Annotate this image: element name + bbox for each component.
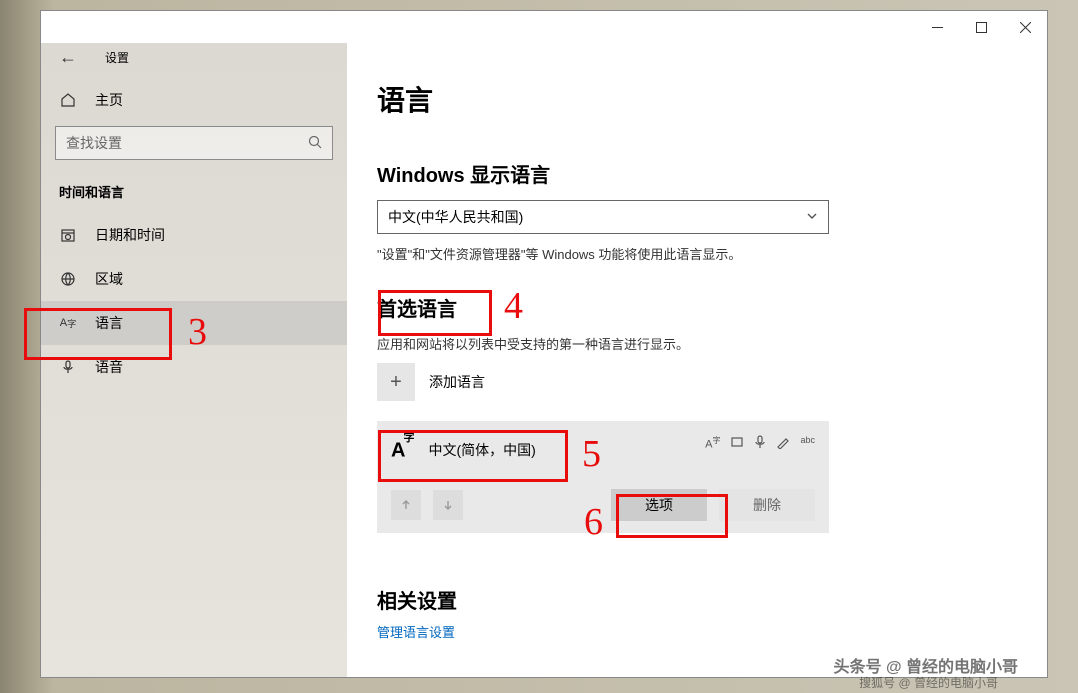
preferred-language-helper: 应用和网站将以列表中受支持的第一种语言进行显示。 (377, 334, 1017, 353)
category-label: 时间和语言 (41, 174, 347, 213)
move-up-button[interactable] (391, 490, 421, 520)
search-input[interactable]: 查找设置 (55, 126, 333, 160)
home-icon (59, 91, 77, 109)
calendar-icon (59, 226, 77, 244)
content-area: 语言 Windows 显示语言 中文(中华人民共和国) "设置"和"文件资源管理… (347, 43, 1047, 677)
sidebar: ← 设置 主页 查找设置 时间和语言 日期和时间 (41, 43, 347, 677)
display-language-helper: "设置"和"文件资源管理器"等 Windows 功能将使用此语言显示。 (377, 244, 1017, 263)
plus-icon: + (377, 363, 415, 401)
sidebar-item-label: 区域 (95, 269, 123, 289)
display-lang-icon: A字 (705, 435, 720, 452)
home-link[interactable]: 主页 (41, 80, 347, 120)
settings-window: ← 设置 主页 查找设置 时间和语言 日期和时间 (40, 10, 1048, 678)
options-button[interactable]: 选项 (611, 489, 707, 521)
sidebar-item-language[interactable]: A字 语言 (41, 301, 347, 345)
back-button[interactable]: ← (59, 47, 77, 68)
language-glyph-icon: A字 (391, 437, 416, 463)
language-item-label: 中文(简体，中国) (428, 440, 535, 460)
watermark-2: 搜狐号 @ 曾经的电脑小哥 (859, 674, 998, 691)
display-language-title: Windows 显示语言 (377, 159, 1017, 188)
pen-icon (776, 435, 790, 452)
sidebar-item-region[interactable]: 区域 (41, 257, 347, 301)
chevron-down-icon (806, 209, 818, 225)
close-button[interactable] (1011, 13, 1039, 41)
language-icon: A字 (59, 314, 77, 332)
mic-icon (754, 435, 766, 452)
home-label: 主页 (95, 90, 123, 110)
add-language-label: 添加语言 (429, 372, 485, 392)
titlebar (41, 11, 1047, 43)
maximize-button[interactable] (967, 13, 995, 41)
sidebar-item-label: 日期和时间 (95, 225, 165, 245)
globe-icon (59, 270, 77, 288)
sidebar-item-label: 语音 (95, 357, 123, 377)
page-title: 语言 (377, 79, 1017, 119)
dropdown-value: 中文(中华人民共和国) (388, 207, 523, 227)
manage-language-link[interactable]: 管理语言设置 (377, 622, 1017, 641)
preferred-language-title: 首选语言 (377, 293, 1017, 322)
search-icon (308, 135, 322, 152)
search-placeholder: 查找设置 (66, 133, 122, 153)
minimize-button[interactable] (923, 13, 951, 41)
microphone-icon (59, 358, 77, 376)
language-item[interactable]: A字 中文(简体，中国) A字 abc (377, 421, 829, 533)
related-settings-title: 相关设置 (377, 585, 1017, 614)
language-feature-icons: A字 abc (705, 435, 815, 452)
display-language-dropdown[interactable]: 中文(中华人民共和国) (377, 200, 829, 234)
delete-button[interactable]: 删除 (719, 489, 815, 521)
sidebar-item-datetime[interactable]: 日期和时间 (41, 213, 347, 257)
app-label: 设置 (105, 49, 129, 66)
move-down-button[interactable] (433, 490, 463, 520)
abc-icon: abc (800, 435, 815, 452)
sidebar-item-label: 语言 (95, 313, 123, 333)
tts-icon (730, 435, 744, 452)
sidebar-item-speech[interactable]: 语音 (41, 345, 347, 389)
add-language-button[interactable]: + 添加语言 (377, 363, 1017, 401)
